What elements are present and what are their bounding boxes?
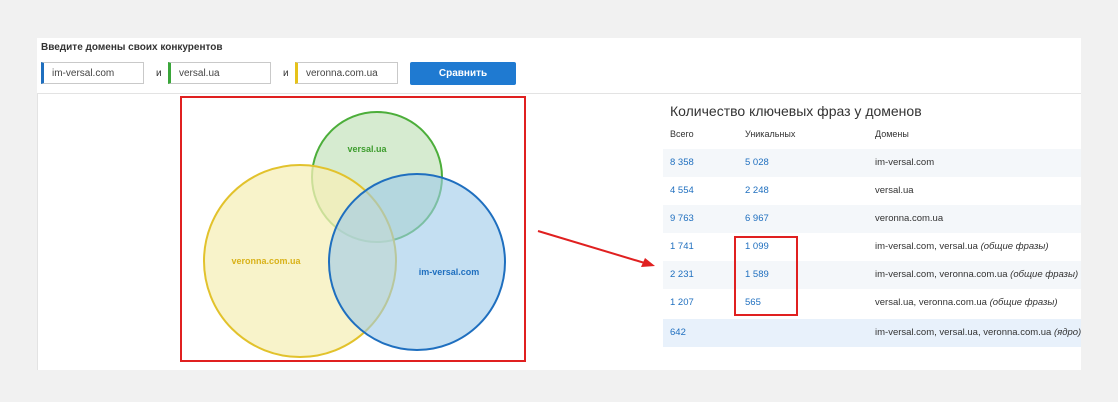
table-title: Количество ключевых фраз у доменов (670, 103, 922, 119)
domain-cell: im-versal.com, versal.ua, veronna.com.ua… (875, 319, 1081, 347)
domain-cell: versal.ua (875, 177, 914, 205)
unique-highlight-box (734, 236, 798, 316)
domain-text: versal.ua (875, 185, 914, 196)
domain-text: versal.ua, veronna.com.ua (875, 297, 987, 308)
table-row: 1 741 1 099 im-versal.com, versal.ua (об… (663, 233, 1081, 261)
total-link[interactable]: 2 231 (670, 261, 694, 289)
domain-text: im-versal.com, veronna.com.ua (875, 269, 1008, 280)
table-row: 9 763 6 967 veronna.com.ua (663, 205, 1081, 233)
total-link[interactable]: 8 358 (670, 149, 694, 177)
domain-cell: versal.ua, veronna.com.ua (общие фразы) (875, 289, 1058, 317)
total-link[interactable]: 4 554 (670, 177, 694, 205)
domain-note: (общие фразы) (980, 241, 1049, 252)
domain-note: (общие фразы) (1010, 269, 1079, 280)
domain-note: (общие фразы) (989, 297, 1058, 308)
table-row: 8 358 5 028 im-versal.com (663, 149, 1081, 177)
pointer-arrow (537, 230, 649, 265)
domain-cell: veronna.com.ua (875, 205, 943, 233)
domain-text: im-versal.com (875, 157, 935, 168)
table-row: 4 554 2 248 versal.ua (663, 177, 1081, 205)
domain-cell: im-versal.com, versal.ua (общие фразы) (875, 233, 1049, 261)
domain-text: im-versal.com, versal.ua, veronna.com.ua (875, 327, 1052, 338)
domain-cell: im-versal.com (875, 149, 934, 177)
total-link[interactable]: 9 763 (670, 205, 694, 233)
venn-label-versal-ua: versal.ua (347, 144, 387, 154)
domain-text: veronna.com.ua (875, 213, 944, 224)
total-link[interactable]: 1 207 (670, 289, 694, 317)
header-domains: Домены (875, 129, 909, 139)
table-row-core: 642 im-versal.com, versal.ua, veronna.co… (663, 319, 1081, 347)
header-total: Всего (670, 129, 694, 139)
unique-link[interactable]: 2 248 (745, 177, 769, 205)
unique-link[interactable]: 5 028 (745, 149, 769, 177)
domain-note: (ядро) (1053, 327, 1082, 338)
header-unique: Уникальных (745, 129, 796, 139)
domain-cell: im-versal.com, veronna.com.ua (общие фра… (875, 261, 1078, 289)
table-row: 1 207 565 versal.ua, veronna.com.ua (общ… (663, 289, 1081, 317)
unique-link[interactable]: 6 967 (745, 205, 769, 233)
arrow-head-icon (641, 258, 655, 267)
venn-label-im-versal: im-versal.com (419, 267, 480, 277)
total-link[interactable]: 642 (670, 319, 686, 347)
domain-text: im-versal.com, versal.ua (875, 241, 978, 252)
total-link[interactable]: 1 741 (670, 233, 694, 261)
table-row: 2 231 1 589 im-versal.com, veronna.com.u… (663, 261, 1081, 289)
venn-circle-im-versal (328, 173, 506, 351)
venn-label-veronna: veronna.com.ua (231, 256, 301, 266)
